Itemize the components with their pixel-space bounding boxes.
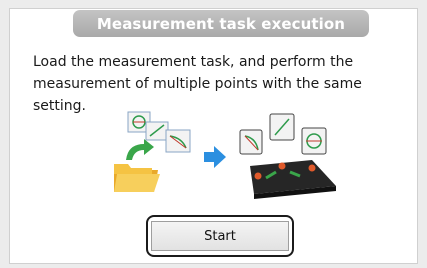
start-button[interactable]: Start [151,221,289,251]
folder-with-task-cards-icon [114,111,191,192]
panel-title: Measurement task execution [73,10,369,37]
measurement-stage-icon [239,113,336,199]
illustration [114,111,336,199]
arrow-right-icon [204,146,226,168]
